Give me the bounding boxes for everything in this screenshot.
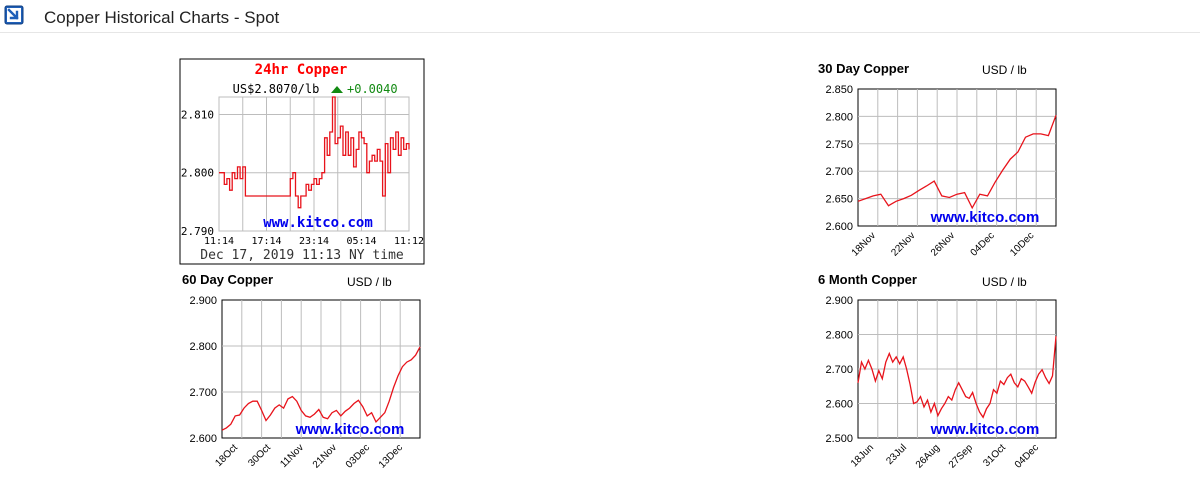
chart-6month-copper: 6 Month Copper USD / lb 2.900 2.800 2.700 2… — [818, 272, 1057, 471]
y-tick-label: 2.700 — [825, 364, 853, 376]
x-tick-label: 31Oct — [981, 442, 1008, 469]
watermark: www.kitco.com — [930, 421, 1040, 438]
y-tick-label: 2.800 — [825, 330, 853, 342]
y-tick-label: 2.600 — [825, 399, 853, 411]
x-tick-label: 04Dec — [1013, 442, 1041, 470]
y-tick-label: 2.500 — [825, 433, 853, 445]
x-tick-label: 18Jun — [849, 442, 876, 469]
x-tick-label: 23Jul — [884, 442, 909, 467]
chart-units: USD / lb — [982, 275, 1027, 289]
y-tick-label: 2.900 — [825, 295, 853, 307]
chart-title: 6 Month Copper — [818, 272, 917, 287]
x-tick-label: 27Sep — [947, 442, 976, 471]
x-tick-label: 26Aug — [914, 442, 942, 470]
